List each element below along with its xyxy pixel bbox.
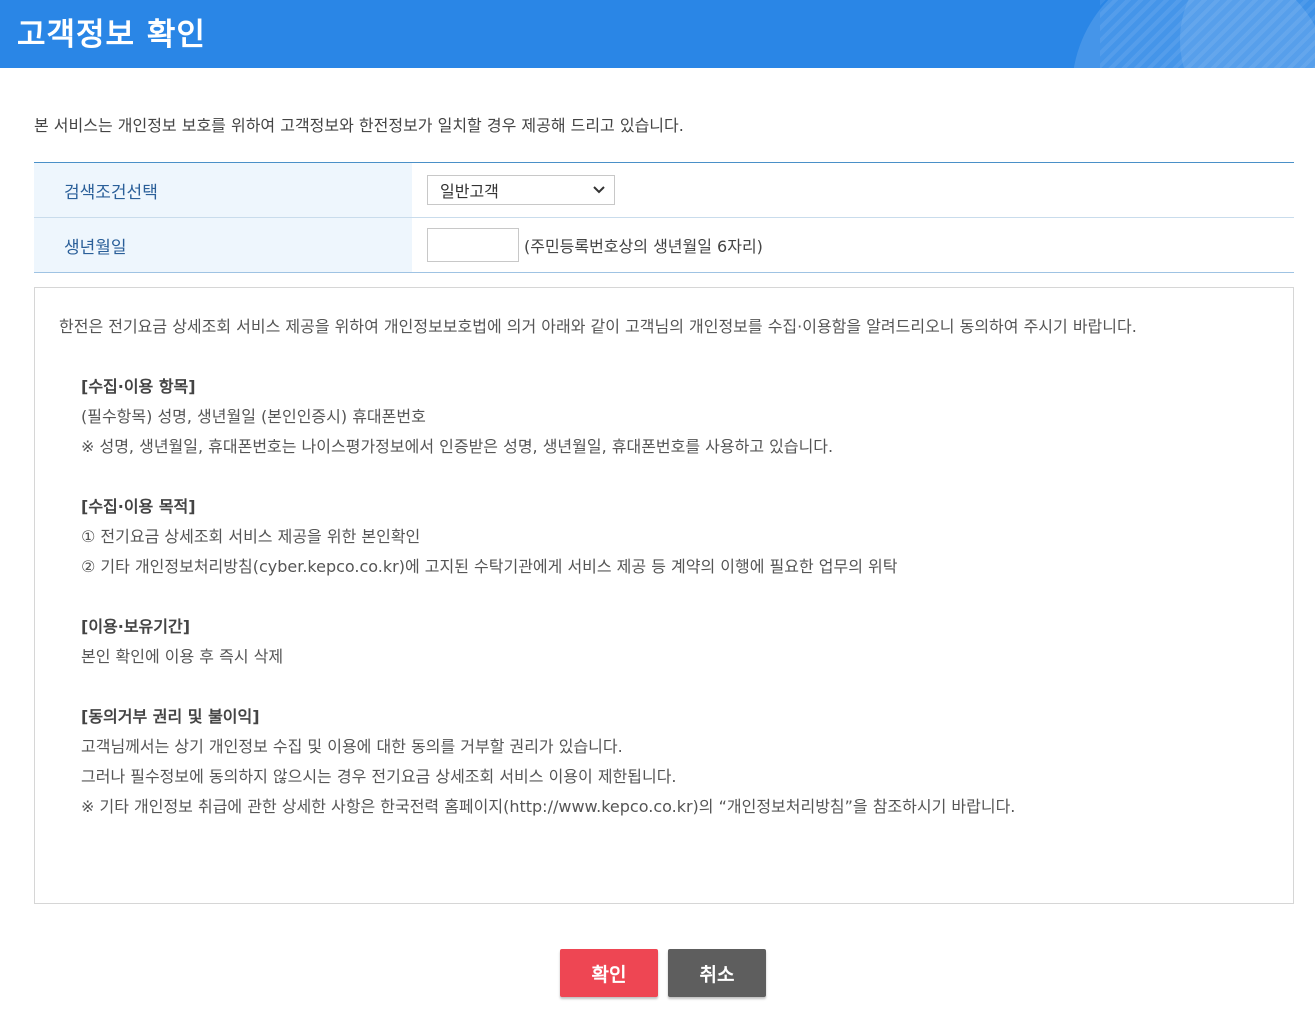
page-title: 고객정보 확인 [17,17,206,53]
section-line: (필수항목) 성명, 생년월일 (본인인증시) 휴대폰번호 [81,407,426,426]
cancel-button[interactable]: 취소 [668,949,766,997]
section-title: [수집·이용 목적] [81,497,196,516]
terms-section-purpose: [수집·이용 목적] ① 전기요금 상세조회 서비스 제공을 위한 본인확인 ②… [81,492,1269,582]
section-line: 본인 확인에 이용 후 즉시 삭제 [81,647,284,666]
chevron-down-icon [593,186,605,194]
section-line: ① 전기요금 상세조회 서비스 제공을 위한 본인확인 [81,527,421,546]
birthdate-label: 생년월일 [34,218,412,272]
section-line: ② 기타 개인정보처리방침(cyber.kepco.co.kr)에 고지된 수탁… [81,557,898,576]
form-row-birthdate: 생년월일 (주민등록번호상의 생년월일 6자리) [34,217,1294,272]
section-title: [수집·이용 항목] [81,377,196,396]
section-line: 고객님께서는 상기 개인정보 수집 및 이용에 대한 동의를 거부할 권리가 있… [81,737,623,756]
privacy-terms-box[interactable]: 한전은 전기요금 상세조회 서비스 제공을 위하여 개인정보보호법에 의거 아래… [34,287,1294,904]
customer-type-selected: 일반고객 [440,182,499,201]
customer-type-select[interactable]: 일반고객 [427,175,615,205]
section-line: 그러나 필수정보에 동의하지 않으시는 경우 전기요금 상세조회 서비스 이용이… [81,767,677,786]
section-line: ※ 기타 개인정보 취급에 관한 상세한 사항은 한국전력 홈페이지(http:… [81,797,1016,816]
terms-lead-text: 한전은 전기요금 상세조회 서비스 제공을 위하여 개인정보보호법에 의거 아래… [59,317,1137,336]
header-decoration [1100,0,1315,68]
form-row-search-condition: 검색조건선택 일반고객 [34,163,1294,217]
section-line: ※ 성명, 생년월일, 휴대폰번호는 나이스평가정보에서 인증받은 성명, 생년… [81,437,834,456]
page-header: 고객정보 확인 [0,0,1315,68]
section-title: [이용·보유기간] [81,617,191,636]
section-title: [동의거부 권리 및 불이익] [81,707,260,726]
search-condition-label: 검색조건선택 [34,163,412,217]
birthdate-hint: (주민등록번호상의 생년월일 6자리) [524,237,763,256]
terms-section-refusal: [동의거부 권리 및 불이익] 고객님께서는 상기 개인정보 수집 및 이용에 … [81,702,1269,822]
intro-text: 본 서비스는 개인정보 보호를 위하여 고객정보와 한전정보가 일치할 경우 제… [34,116,684,135]
birthdate-input[interactable] [427,228,519,262]
terms-section-retention: [이용·보유기간] 본인 확인에 이용 후 즉시 삭제 [81,612,1269,672]
search-form: 검색조건선택 일반고객 생년월일 (주민등록번호상의 생년월일 6자리) [34,162,1294,273]
confirm-button[interactable]: 확인 [560,949,658,997]
terms-section-items: [수집·이용 항목] (필수항목) 성명, 생년월일 (본인인증시) 휴대폰번호… [81,372,1269,462]
